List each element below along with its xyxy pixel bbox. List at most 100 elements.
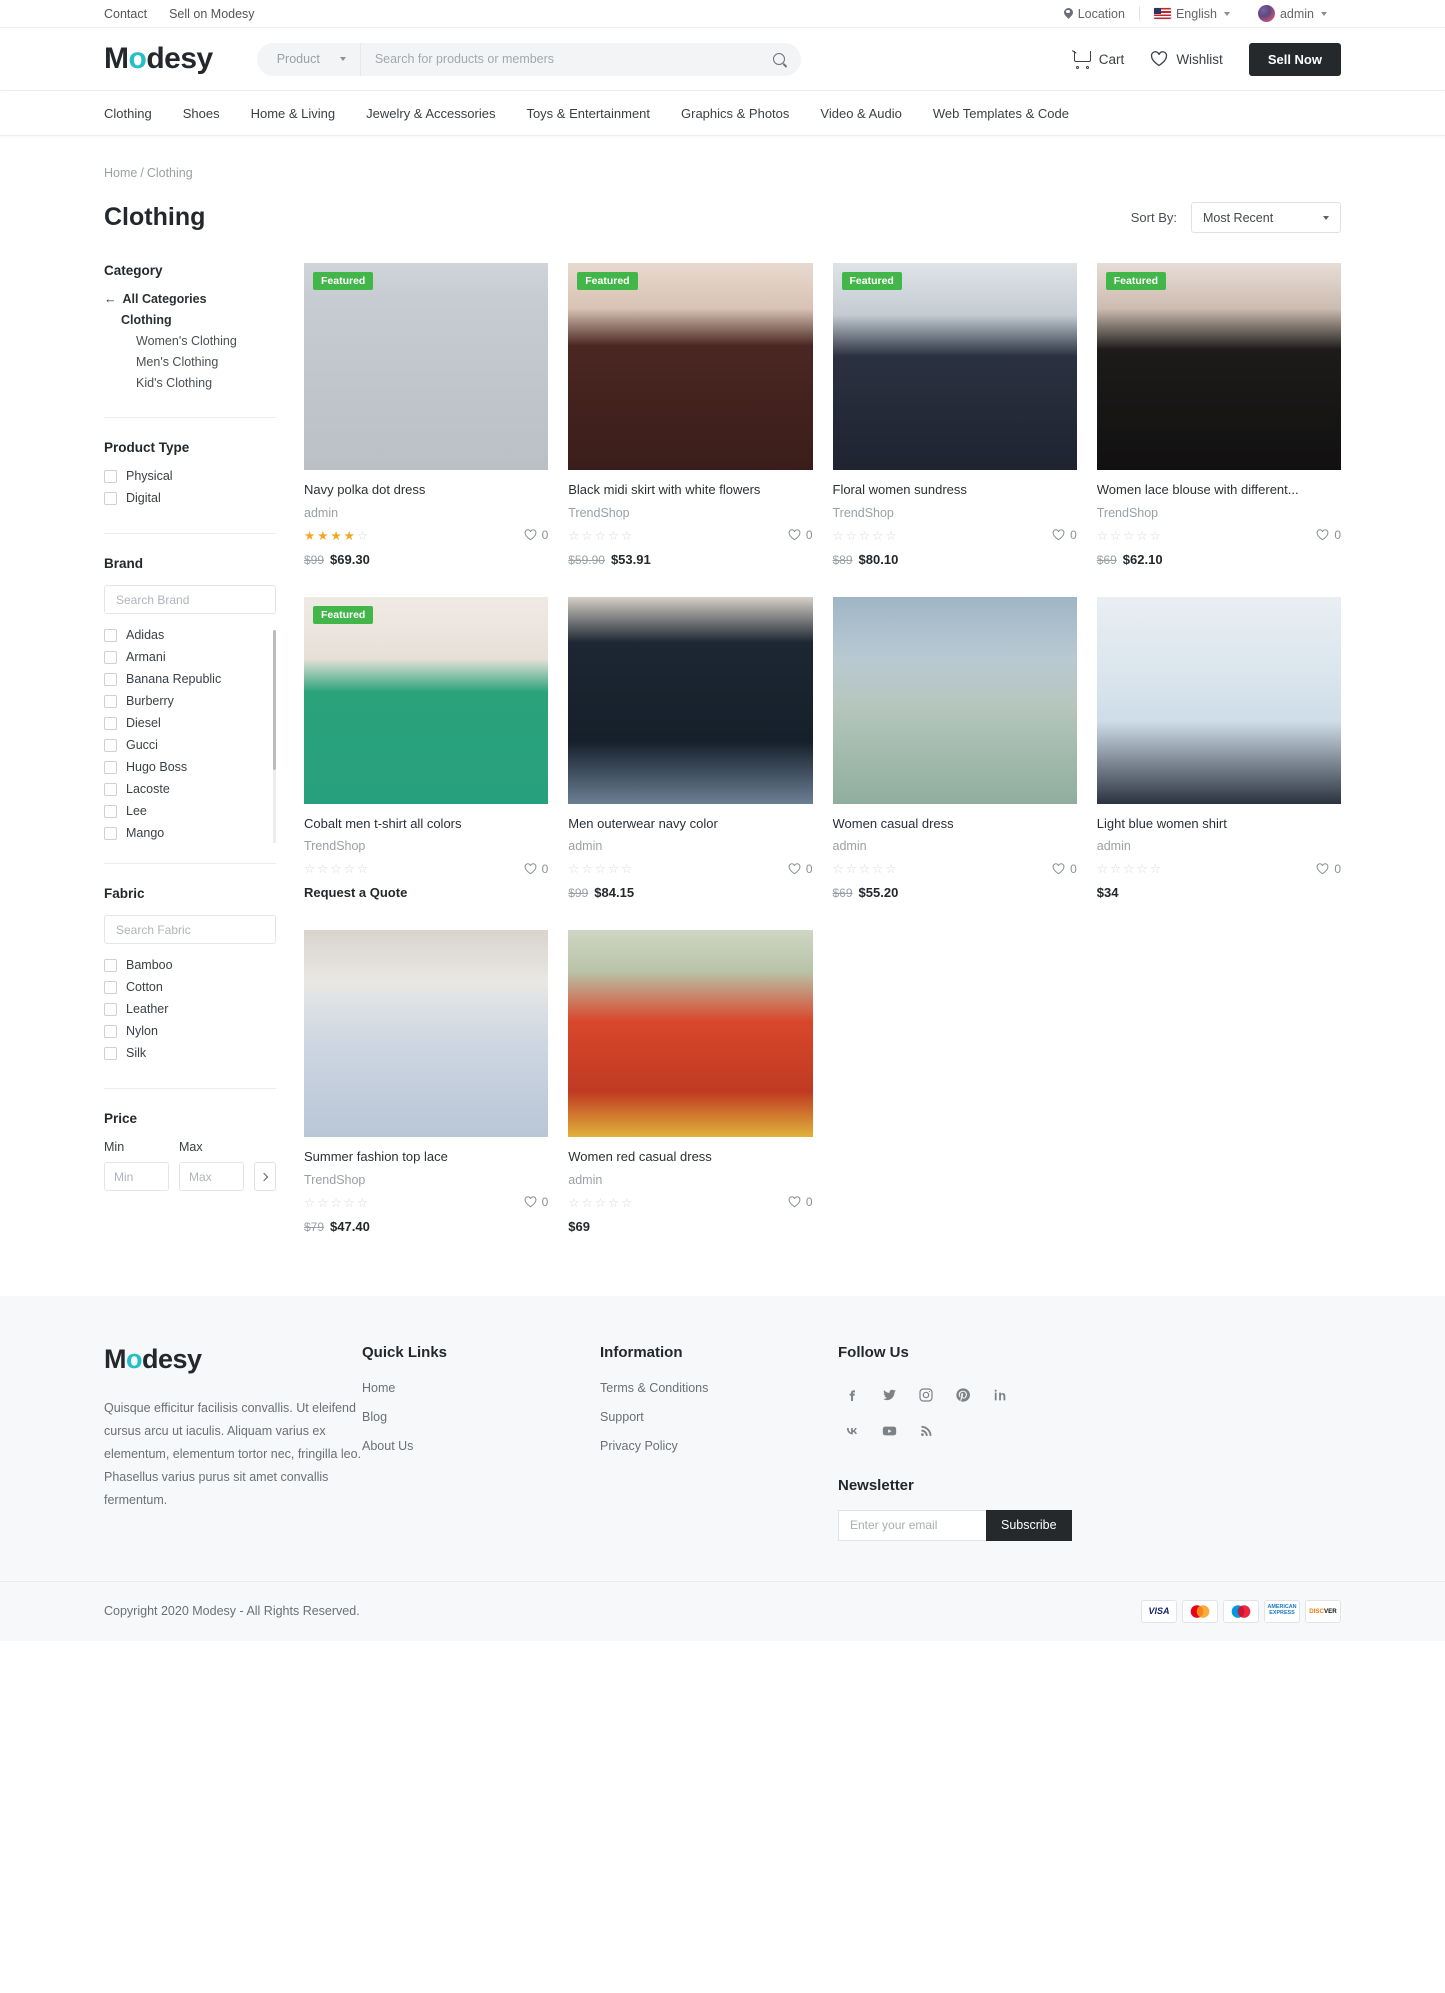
fabric-option-row-0[interactable]: Bamboo bbox=[104, 958, 276, 972]
brand-option-row-7[interactable]: Lacoste bbox=[104, 782, 266, 796]
footer-info-link-1[interactable]: Support bbox=[600, 1410, 838, 1424]
search-category-select[interactable]: Product bbox=[257, 42, 361, 76]
like-count[interactable]: 0 bbox=[524, 1195, 548, 1209]
checkbox-icon[interactable] bbox=[104, 738, 117, 752]
product-title[interactable]: Black midi skirt with white flowers bbox=[568, 481, 812, 499]
product-card[interactable]: Featured Cobalt men t-shirt all colors T… bbox=[304, 596, 549, 900]
product-type-option-row-0[interactable]: Physical bbox=[104, 469, 276, 483]
checkbox-icon[interactable] bbox=[104, 1046, 117, 1060]
checkbox-icon[interactable] bbox=[104, 1024, 117, 1038]
footer-info-link-0[interactable]: Terms & Conditions bbox=[600, 1381, 838, 1395]
checkbox-icon[interactable] bbox=[104, 491, 117, 505]
request-quote-label[interactable]: Request a Quote bbox=[304, 885, 548, 900]
brand-search-input[interactable] bbox=[104, 585, 276, 614]
newsletter-email-input[interactable] bbox=[838, 1509, 986, 1541]
youtube-icon[interactable] bbox=[875, 1417, 903, 1445]
search-button[interactable] bbox=[757, 43, 801, 76]
cart-link[interactable]: Cart bbox=[1072, 51, 1124, 69]
brand-option-row-6[interactable]: Hugo Boss bbox=[104, 760, 266, 774]
product-seller[interactable]: admin bbox=[1097, 839, 1341, 853]
user-menu[interactable]: admin bbox=[1244, 5, 1341, 22]
product-seller[interactable]: admin bbox=[304, 506, 548, 520]
category-sub-1[interactable]: Men's Clothing bbox=[104, 355, 276, 369]
product-seller[interactable]: admin bbox=[833, 839, 1077, 853]
product-card[interactable]: Featured Navy polka dot dress admin ★ ★ ★ ★… bbox=[304, 263, 549, 567]
product-title[interactable]: Summer fashion top lace bbox=[304, 1148, 548, 1166]
contact-link[interactable]: Contact bbox=[104, 7, 147, 21]
rss-icon[interactable] bbox=[912, 1417, 940, 1445]
product-title[interactable]: Women lace blouse with different... bbox=[1097, 481, 1341, 499]
price-apply-button[interactable] bbox=[254, 1162, 276, 1191]
product-seller[interactable]: admin bbox=[568, 839, 812, 853]
product-card[interactable]: Summer fashion top lace TrendShop ☆ ☆ ☆ ☆ ☆ … bbox=[304, 930, 549, 1234]
checkbox-icon[interactable] bbox=[104, 760, 117, 774]
product-thumbnail[interactable] bbox=[568, 930, 813, 1138]
product-seller[interactable]: TrendShop bbox=[833, 506, 1077, 520]
product-card[interactable]: Women casual dress admin ☆ ☆ ☆ ☆ ☆ 0 $69 $55… bbox=[832, 596, 1077, 900]
product-type-option-row-1[interactable]: Digital bbox=[104, 491, 276, 505]
like-count[interactable]: 0 bbox=[524, 528, 548, 542]
like-count[interactable]: 0 bbox=[1052, 862, 1077, 876]
sell-now-button[interactable]: Sell Now bbox=[1248, 42, 1341, 76]
product-card[interactable]: Featured Floral women sundress TrendShop… bbox=[832, 263, 1077, 567]
product-seller[interactable]: TrendShop bbox=[304, 1173, 548, 1187]
product-card[interactable]: Women red casual dress admin ☆ ☆ ☆ ☆ ☆ 0 $69 bbox=[568, 930, 813, 1234]
like-count[interactable]: 0 bbox=[1052, 528, 1077, 542]
nav-item-home-living[interactable]: Home & Living bbox=[251, 106, 336, 121]
footer-logo[interactable]: Modesy bbox=[104, 1344, 362, 1375]
checkbox-icon[interactable] bbox=[104, 826, 117, 840]
site-logo[interactable]: Modesy bbox=[104, 42, 213, 76]
product-card[interactable]: Featured Women lace blouse with differen… bbox=[1096, 263, 1341, 567]
like-count[interactable]: 0 bbox=[1316, 862, 1341, 876]
product-title[interactable]: Light blue women shirt bbox=[1097, 815, 1341, 833]
search-input[interactable] bbox=[360, 52, 757, 66]
brand-option-row-1[interactable]: Armani bbox=[104, 650, 266, 664]
fabric-search-input[interactable] bbox=[104, 915, 276, 944]
like-count[interactable]: 0 bbox=[524, 862, 548, 876]
product-thumbnail[interactable]: Featured bbox=[304, 263, 549, 470]
product-title[interactable]: Cobalt men t-shirt all colors bbox=[304, 815, 548, 833]
checkbox-icon[interactable] bbox=[104, 804, 117, 818]
brand-option-row-0[interactable]: Adidas bbox=[104, 628, 266, 642]
product-seller[interactable]: TrendShop bbox=[568, 506, 812, 520]
subscribe-button[interactable]: Subscribe bbox=[986, 1509, 1072, 1541]
checkbox-icon[interactable] bbox=[104, 469, 117, 483]
checkbox-icon[interactable] bbox=[104, 980, 117, 994]
brand-option-row-4[interactable]: Diesel bbox=[104, 716, 266, 730]
fabric-option-row-4[interactable]: Silk bbox=[104, 1046, 276, 1060]
brand-option-row-8[interactable]: Lee bbox=[104, 804, 266, 818]
footer-quick-link-0[interactable]: Home bbox=[362, 1381, 600, 1395]
product-title[interactable]: Floral women sundress bbox=[833, 481, 1077, 499]
brand-option-row-2[interactable]: Banana Republic bbox=[104, 672, 266, 686]
brand-option-row-9[interactable]: Mango bbox=[104, 826, 266, 840]
fabric-option-row-2[interactable]: Leather bbox=[104, 1002, 276, 1016]
category-all[interactable]: ← All Categories bbox=[104, 292, 276, 306]
checkbox-icon[interactable] bbox=[104, 650, 117, 664]
category-clothing[interactable]: Clothing bbox=[104, 313, 276, 327]
price-max-input[interactable] bbox=[179, 1162, 244, 1191]
sell-on-modesy-link[interactable]: Sell on Modesy bbox=[169, 7, 254, 21]
checkbox-icon[interactable] bbox=[104, 958, 117, 972]
like-count[interactable]: 0 bbox=[788, 528, 813, 542]
product-card[interactable]: Featured Black midi skirt with white flo… bbox=[568, 263, 813, 567]
nav-item-web-templates-code[interactable]: Web Templates & Code bbox=[933, 106, 1069, 121]
category-sub-2[interactable]: Kid's Clothing bbox=[104, 376, 276, 390]
vk-icon[interactable] bbox=[838, 1417, 866, 1445]
product-card[interactable]: Men outerwear navy color admin ☆ ☆ ☆ ☆ ☆ 0 $… bbox=[568, 596, 813, 900]
instagram-icon[interactable] bbox=[912, 1381, 940, 1409]
checkbox-icon[interactable] bbox=[104, 628, 117, 642]
product-seller[interactable]: TrendShop bbox=[1097, 506, 1341, 520]
nav-item-clothing[interactable]: Clothing bbox=[104, 106, 152, 121]
product-card[interactable]: Light blue women shirt admin ☆ ☆ ☆ ☆ ☆ 0 $34 bbox=[1096, 596, 1341, 900]
product-thumbnail[interactable] bbox=[832, 596, 1077, 804]
fabric-option-row-3[interactable]: Nylon bbox=[104, 1024, 276, 1038]
product-thumbnail[interactable]: Featured bbox=[1096, 263, 1341, 470]
product-title[interactable]: Navy polka dot dress bbox=[304, 481, 548, 499]
scrollbar-thumb[interactable] bbox=[273, 630, 276, 770]
checkbox-icon[interactable] bbox=[104, 782, 117, 796]
location-selector[interactable]: Location bbox=[1050, 7, 1139, 21]
brand-option-row-3[interactable]: Burberry bbox=[104, 694, 266, 708]
brand-option-row-5[interactable]: Gucci bbox=[104, 738, 266, 752]
product-thumbnail[interactable]: Featured bbox=[832, 263, 1077, 470]
checkbox-icon[interactable] bbox=[104, 672, 117, 686]
